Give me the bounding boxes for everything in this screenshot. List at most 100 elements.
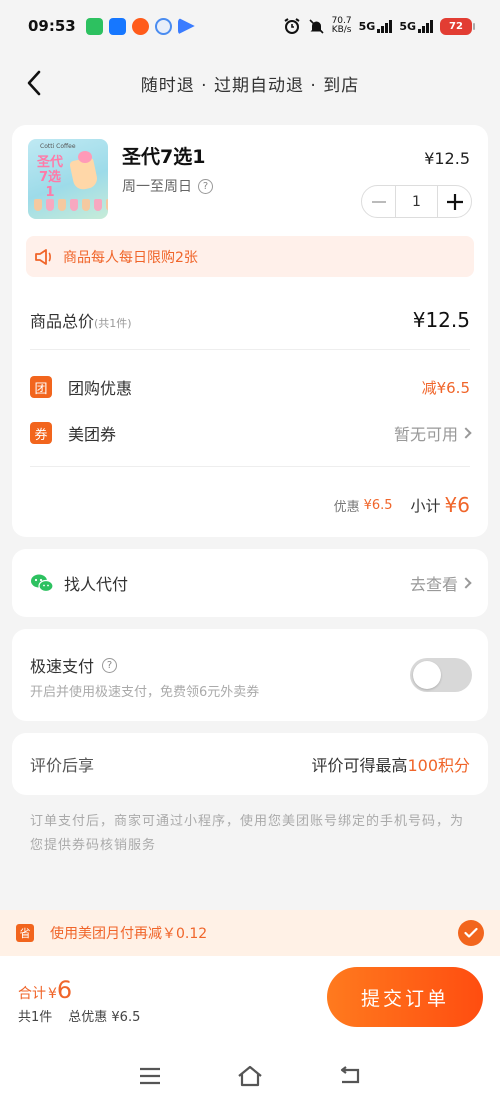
monthly-pay-text: 使用美团月付再减￥0.12: [50, 926, 208, 942]
order-discount: 总优惠 ¥6.5: [68, 1010, 141, 1025]
product-image[interactable]: Cotti Coffee 圣代7选1: [28, 139, 108, 219]
total-price-label: 商品总价(共1件): [30, 308, 132, 332]
net-speed: 70.7 KB/s: [332, 17, 352, 35]
group-discount-row: 团 团购优惠 减¥6.5: [30, 373, 470, 401]
signal-2-label: 5G: [399, 20, 416, 33]
fast-pay-toggle[interactable]: [410, 658, 472, 692]
signal-2: 5G: [399, 19, 433, 33]
minus-icon: [371, 200, 386, 203]
back-button[interactable]: [18, 66, 50, 100]
taobao-app-icon: [131, 17, 149, 35]
increase-button[interactable]: [438, 186, 471, 217]
battery-icon: 72: [440, 17, 475, 35]
divider: [30, 466, 470, 467]
quantity-value[interactable]: 1: [395, 186, 438, 217]
purchase-limit-notice: 商品每人每日限购2张: [26, 236, 474, 277]
home-button[interactable]: [230, 1056, 270, 1096]
fast-pay-card: 极速支付 ? 开启并使用极速支付，免费领6元外卖券: [12, 629, 488, 721]
video-app-icon: [177, 17, 195, 35]
review-reward: 评价可得最高100积分: [311, 752, 470, 776]
subtotal-value: ¥6: [444, 493, 470, 517]
signal-1: 5G: [359, 19, 393, 33]
home-icon: [238, 1065, 262, 1086]
decrease-button[interactable]: [362, 186, 395, 217]
product-card: Cotti Coffee 圣代7选1 圣代7选1 周一至周日 ? ¥12.5 1…: [12, 125, 488, 537]
fast-pay-title: 极速支付 ?: [30, 653, 118, 677]
chevron-left-icon: [27, 70, 41, 96]
signal-1-label: 5G: [358, 20, 376, 33]
wechat-icon: [31, 574, 54, 593]
alarm-icon: [284, 18, 300, 34]
page-title: 随时退 · 过期自动退 · 到店: [140, 75, 360, 96]
chevron-right-icon: [460, 577, 472, 589]
coupon-value: 暂无可用: [393, 421, 472, 445]
coupon-row[interactable]: 券 美团券 暂无可用: [30, 419, 472, 447]
proxy-pay-action-text: 去查看: [409, 575, 458, 594]
review-points: 100积分: [407, 756, 470, 775]
subtotal-label: 小计: [410, 496, 441, 515]
cups-row-graphic: [34, 199, 108, 211]
plus-icon: [446, 193, 463, 210]
net-speed-unit: KB/s: [331, 25, 352, 35]
save-badge-icon: 省: [16, 924, 34, 942]
total-price-label-text: 商品总价: [30, 312, 95, 331]
maps-app-icon: [154, 17, 172, 35]
coupon-value-text: 暂无可用: [393, 425, 458, 444]
checkmark-icon[interactable]: [458, 920, 484, 946]
total-price-row: 商品总价(共1件) ¥12.5: [30, 305, 470, 335]
proxy-pay-row[interactable]: 找人代付 去查看: [12, 549, 488, 617]
quantity-stepper: 1: [361, 185, 472, 218]
speaker-icon: [35, 248, 51, 265]
order-total: 合计 ¥ 6: [18, 976, 72, 1004]
thumb-title: 圣代7选1: [36, 155, 63, 200]
group-discount-value: 减¥6.5: [421, 378, 470, 397]
discount-value: ¥6.5: [363, 497, 393, 513]
system-nav-bar: [0, 1040, 500, 1111]
total-count: (共1件): [94, 317, 132, 330]
order-total-currency: ¥: [48, 986, 57, 1002]
status-bar: 09:53 70.7 KB/s 5G 5G 72: [0, 0, 500, 52]
service-footnote: 订单支付后，商家可通过小程序，使用您美团账号绑定的手机号码，为您提供券码核销服务: [30, 814, 465, 853]
order-total-value: 6: [56, 976, 73, 1004]
alipay-app-icon: [108, 17, 126, 35]
help-icon[interactable]: ?: [102, 657, 118, 673]
monthly-pay-bar[interactable]: 省 使用美团月付再减￥0.12: [0, 910, 500, 956]
product-schedule: 周一至周日 ?: [122, 176, 213, 196]
coupon-label: 美团券: [68, 425, 117, 444]
total-price-value: ¥12.5: [412, 308, 470, 332]
schedule-text: 周一至周日: [122, 179, 192, 195]
limit-notice-text: 商品每人每日限购2张: [63, 249, 198, 266]
chevron-right-icon: [460, 427, 472, 439]
review-reward-row: 评价后享 评价可得最高100积分: [12, 733, 488, 795]
help-icon[interactable]: ?: [198, 178, 213, 194]
menu-button[interactable]: [130, 1056, 170, 1096]
return-icon: [340, 1065, 360, 1083]
subtotal-row: 优惠 ¥6.5 小计 ¥6: [30, 491, 470, 519]
wechat-app-icon: [85, 17, 103, 35]
mute-bell-icon: [309, 18, 324, 34]
signal-bars-icon: [377, 19, 393, 33]
order-summary: 共1件 总优惠 ¥6.5: [18, 1006, 140, 1025]
proxy-pay-label: 找人代付: [64, 575, 129, 594]
review-reward-text: 评价可得最高: [311, 756, 408, 775]
fast-pay-title-text: 极速支付: [30, 657, 95, 676]
menu-icon: [140, 1067, 160, 1084]
thumb-brand: Cotti Coffee: [40, 143, 76, 150]
product-price: ¥12.5: [424, 149, 470, 168]
divider: [30, 349, 470, 350]
proxy-pay-action: 去查看: [409, 571, 472, 595]
discount-label: 优惠: [333, 499, 360, 515]
status-left: 09:53: [28, 17, 195, 35]
group-tag-icon: 团: [30, 376, 52, 398]
order-total-label: 合计: [18, 986, 46, 1002]
checkout-bar: 合计 ¥ 6 共1件 总优惠 ¥6.5 提交订单: [0, 956, 500, 1040]
review-label: 评价后享: [30, 756, 95, 775]
sundae-topping-graphic: [78, 151, 92, 163]
submit-order-button[interactable]: 提交订单: [327, 967, 483, 1027]
page-header: 随时退 · 过期自动退 · 到店: [0, 60, 500, 106]
group-discount-label: 团购优惠: [68, 379, 133, 398]
back-nav-button[interactable]: [330, 1056, 370, 1096]
fast-pay-description: 开启并使用极速支付，免费领6元外卖券: [30, 685, 260, 700]
status-right: 70.7 KB/s 5G 5G 72: [283, 17, 475, 35]
status-time: 09:53: [28, 17, 76, 35]
